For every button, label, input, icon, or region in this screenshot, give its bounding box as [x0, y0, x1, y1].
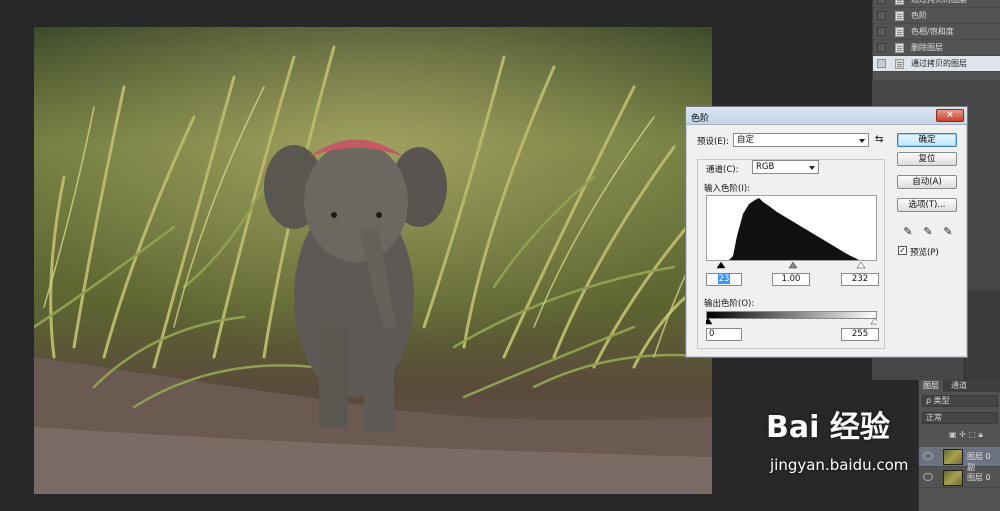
white-eyedropper-icon[interactable]: ✎: [942, 226, 954, 238]
watermark-url: jingyan.baidu.com: [770, 456, 909, 474]
panel-dock-strip: [964, 290, 1000, 380]
history-panel: 通过拷贝的图层 色阶 色相/饱和度 删除图层 通过拷贝的图层: [872, 0, 1000, 80]
input-black-value: 23: [717, 274, 731, 284]
preset-select[interactable]: 自定: [733, 133, 869, 147]
watermark-logo: Bai 经验: [766, 410, 890, 445]
preview-label: 预览(P): [910, 248, 939, 258]
input-gamma-field[interactable]: 1.00: [772, 273, 810, 286]
auto-button[interactable]: 自动(A): [897, 175, 957, 189]
elephant-photo[interactable]: [34, 27, 712, 494]
history-checkbox[interactable]: [877, 11, 886, 20]
output-black-value: 0: [709, 329, 715, 339]
history-state-icon: [895, 27, 904, 37]
input-gamma-value: 1.00: [781, 274, 801, 284]
dialog-title: 色阶: [691, 114, 710, 124]
history-item-label: 色阶: [911, 11, 927, 20]
white-point-handle: [856, 261, 866, 269]
history-checkbox[interactable]: [877, 0, 886, 4]
history-item[interactable]: 色阶: [873, 8, 1000, 24]
output-black-field[interactable]: 0: [706, 328, 742, 341]
history-item[interactable]: 通过拷贝的图层: [873, 0, 1000, 8]
photoshop-window: 通过拷贝的图层 色阶 色相/饱和度 删除图层 通过拷贝的图层 图层 通道: [0, 0, 1000, 511]
tab-channels[interactable]: 通道: [947, 380, 971, 392]
history-state-icon: [895, 43, 904, 53]
close-button[interactable]: ×: [936, 109, 964, 122]
gray-eyedropper-icon[interactable]: ✎: [922, 226, 934, 238]
output-levels-label: 输出色阶(O):: [704, 299, 755, 309]
history-checkbox[interactable]: [877, 59, 886, 68]
input-white-value: 232: [851, 274, 869, 284]
channel-label: 通道(C):: [706, 165, 739, 175]
output-white-value: 255: [851, 329, 869, 339]
preview-checkbox[interactable]: ✓: [898, 246, 907, 255]
output-black-handle: [703, 317, 713, 325]
preset-value: 自定: [737, 135, 755, 145]
history-item[interactable]: 色相/饱和度: [873, 24, 1000, 40]
dialog-titlebar[interactable]: 色阶 ×: [686, 107, 967, 125]
channel-select[interactable]: RGB: [752, 160, 819, 174]
history-item-label: 通过拷贝的图层: [911, 59, 967, 68]
ok-button[interactable]: 确定: [897, 133, 957, 147]
output-white-field[interactable]: 255: [841, 328, 879, 341]
input-black-field[interactable]: 23: [706, 273, 742, 286]
preset-label: 预设(E):: [697, 137, 729, 147]
input-white-field[interactable]: 232: [841, 273, 879, 286]
history-state-icon: [895, 11, 904, 21]
output-levels-slider[interactable]: [703, 317, 880, 325]
tab-layers[interactable]: 图层: [919, 380, 943, 392]
history-item[interactable]: 删除图层: [873, 40, 1000, 56]
black-eyedropper-icon[interactable]: ✎: [902, 226, 914, 238]
history-item-label: 色相/饱和度: [911, 27, 954, 36]
input-levels-slider[interactable]: [706, 261, 877, 269]
history-item-active[interactable]: 通过拷贝的图层: [873, 56, 1000, 72]
history-state-icon: [895, 0, 904, 5]
channel-value: RGB: [756, 162, 775, 172]
history-item-label: 通过拷贝的图层: [911, 0, 967, 8]
history-checkbox[interactable]: [877, 27, 886, 36]
layers-panel-tabs: 图层 通道: [919, 380, 1000, 392]
histogram: [706, 195, 877, 261]
baidu-jingyan-watermark: Bai 经验 jingyan.baidu.com: [766, 402, 986, 511]
input-levels-label: 输入色阶(I):: [704, 184, 751, 194]
reset-button[interactable]: 复位: [897, 152, 957, 166]
chevron-down-icon: [809, 166, 815, 170]
history-item-label: 删除图层: [911, 43, 943, 52]
history-checkbox[interactable]: [877, 43, 886, 52]
preset-options-icon[interactable]: ⇆: [875, 134, 883, 145]
options-button[interactable]: 选项(T)...: [897, 198, 957, 212]
output-white-handle: [870, 317, 880, 325]
black-point-handle: [716, 261, 726, 269]
gamma-handle: [788, 261, 798, 269]
history-state-icon: [895, 59, 904, 69]
levels-dialog: 色阶 × 预设(E): 自定 ⇆ 通道(C): RGB 输入色阶(I): 23 …: [685, 106, 968, 358]
chevron-down-icon: [859, 139, 865, 143]
